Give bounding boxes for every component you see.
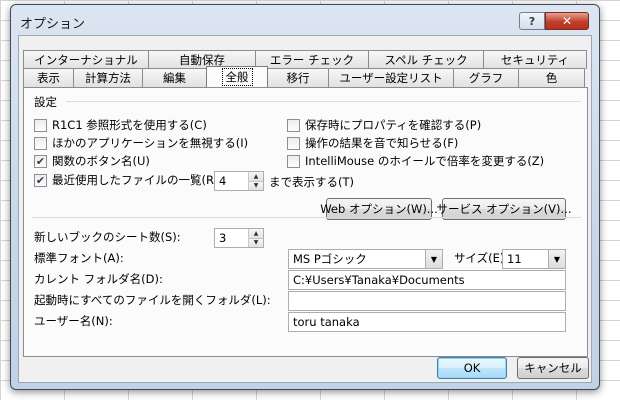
title-bar[interactable]: オプション ? ✕ <box>11 5 599 35</box>
recent-files-box[interactable]: ✔ <box>34 173 47 187</box>
font-size-select[interactable]: 11 ▼ <box>502 249 566 269</box>
tab-security[interactable]: セキュリティ <box>483 50 587 69</box>
function-tooltips-box[interactable]: ✔ <box>34 154 47 168</box>
recent-files-checkbox[interactable]: ✔ 最近使用したファイルの一覧(R): <box>34 172 222 188</box>
check-icon: ✔ <box>35 173 46 187</box>
intellimouse-zoom-box[interactable] <box>287 154 300 168</box>
check-icon: ✔ <box>35 154 46 168</box>
ignore-other-apps-checkbox[interactable]: ほかのアプリケーションを無視する(I) <box>34 135 248 151</box>
standard-font-value[interactable]: MS Pゴシック <box>289 250 425 268</box>
sound-feedback-label: 操作の結果を音で知らせる(F) <box>305 136 459 150</box>
tab-spelling[interactable]: スペル チェック <box>368 50 484 69</box>
recent-files-count-value[interactable]: 4 <box>215 172 248 190</box>
prompt-properties-box[interactable] <box>287 118 300 132</box>
spin-down-icon[interactable]: ▼ <box>249 237 263 247</box>
prompt-properties-checkbox[interactable]: 保存時にプロパティを確認する(P) <box>287 117 481 133</box>
tab-color[interactable]: 色 <box>518 68 585 87</box>
default-folder-label: カレント フォルダ名(D): <box>34 272 163 286</box>
username-label: ユーザー名(N): <box>34 314 113 328</box>
sound-feedback-box[interactable] <box>287 136 300 150</box>
section-divider <box>66 101 581 102</box>
sheets-count-label: 新しいブックのシート数(S): <box>34 230 181 244</box>
close-button[interactable]: ✕ <box>545 12 589 30</box>
ok-button[interactable]: OK <box>437 357 507 379</box>
ignore-other-apps-label: ほかのアプリケーションを無視する(I) <box>52 136 249 150</box>
help-button[interactable]: ? <box>519 12 545 30</box>
function-tooltips-checkbox[interactable]: ✔ 関数のボタン名(U) <box>34 153 150 169</box>
startup-folder-input[interactable] <box>288 291 566 311</box>
tab-custom-lists[interactable]: ユーザー設定リスト <box>328 68 454 87</box>
tab-general[interactable]: 全般 <box>206 66 268 87</box>
dialog-title: オプション <box>20 17 86 32</box>
r1c1-checkbox[interactable]: R1C1 参照形式を使用する(C) <box>34 117 207 133</box>
sheets-count-spinner[interactable]: 3 ▲ ▼ <box>214 228 264 248</box>
recent-files-label: 最近使用したファイルの一覧(R): <box>52 173 223 187</box>
standard-font-select[interactable]: MS Pゴシック ▼ <box>288 249 443 269</box>
startup-folder-label: 起動時にすべてのファイルを開くフォルダ(L): <box>34 293 271 307</box>
font-size-value[interactable]: 11 <box>503 250 548 268</box>
spin-up-icon[interactable]: ▲ <box>249 229 263 238</box>
r1c1-box[interactable] <box>34 118 47 132</box>
options-dialog: オプション ? ✕ インターナショナル 自動保存 エラー チェック スペル チェ… <box>10 4 600 390</box>
ignore-other-apps-box[interactable] <box>34 136 47 150</box>
sheets-count-value[interactable]: 3 <box>215 229 248 247</box>
recent-files-count-spinner[interactable]: 4 ▲ ▼ <box>214 171 264 191</box>
chevron-down-icon[interactable]: ▼ <box>425 250 442 268</box>
intellimouse-zoom-checkbox[interactable]: IntelliMouse のホイールで倍率を変更する(Z) <box>287 153 544 169</box>
cancel-button[interactable]: キャンセル <box>517 357 589 379</box>
panel-divider <box>32 217 581 218</box>
spin-up-icon[interactable]: ▲ <box>249 172 263 181</box>
tab-error-checking[interactable]: エラー チェック <box>255 50 369 69</box>
tab-transition[interactable]: 移行 <box>267 68 329 87</box>
font-size-label: サイズ(E): <box>454 251 509 265</box>
tab-row-front: 表示 計算方法 編集 全般 移行 ユーザー設定リスト グラフ 色 <box>23 66 585 87</box>
default-folder-input[interactable]: C:¥Users¥Tanaka¥Documents <box>288 270 566 290</box>
sound-feedback-checkbox[interactable]: 操作の結果を音で知らせる(F) <box>287 135 458 151</box>
help-icon: ? <box>528 14 536 28</box>
prompt-properties-label: 保存時にプロパティを確認する(P) <box>305 118 482 132</box>
tab-international[interactable]: インターナショナル <box>23 50 149 69</box>
tab-view[interactable]: 表示 <box>23 68 74 87</box>
close-icon: ✕ <box>561 14 573 28</box>
chevron-down-icon[interactable]: ▼ <box>548 250 565 268</box>
dialog-content: インターナショナル 自動保存 エラー チェック スペル チェック セキュリティ … <box>18 35 592 383</box>
username-input[interactable]: toru tanaka <box>288 312 566 332</box>
tab-edit[interactable]: 編集 <box>142 68 207 87</box>
tab-chart[interactable]: グラフ <box>453 68 519 87</box>
general-panel: 設定 R1C1 参照形式を使用する(C) ほかのアプリケーションを無視する(I)… <box>23 87 588 357</box>
standard-font-label: 標準フォント(A): <box>34 251 124 265</box>
tab-row-back: インターナショナル 自動保存 エラー チェック スペル チェック セキュリティ <box>23 50 587 69</box>
tab-calculation[interactable]: 計算方法 <box>73 68 143 87</box>
function-tooltips-label: 関数のボタン名(U) <box>52 154 150 168</box>
settings-section-title: 設定 <box>34 95 57 109</box>
intellimouse-zoom-label: IntelliMouse のホイールで倍率を変更する(Z) <box>305 154 545 168</box>
r1c1-label: R1C1 参照形式を使用する(C) <box>52 118 207 132</box>
spin-down-icon[interactable]: ▼ <box>249 180 263 190</box>
recent-files-suffix: まで表示する(T) <box>269 175 354 189</box>
